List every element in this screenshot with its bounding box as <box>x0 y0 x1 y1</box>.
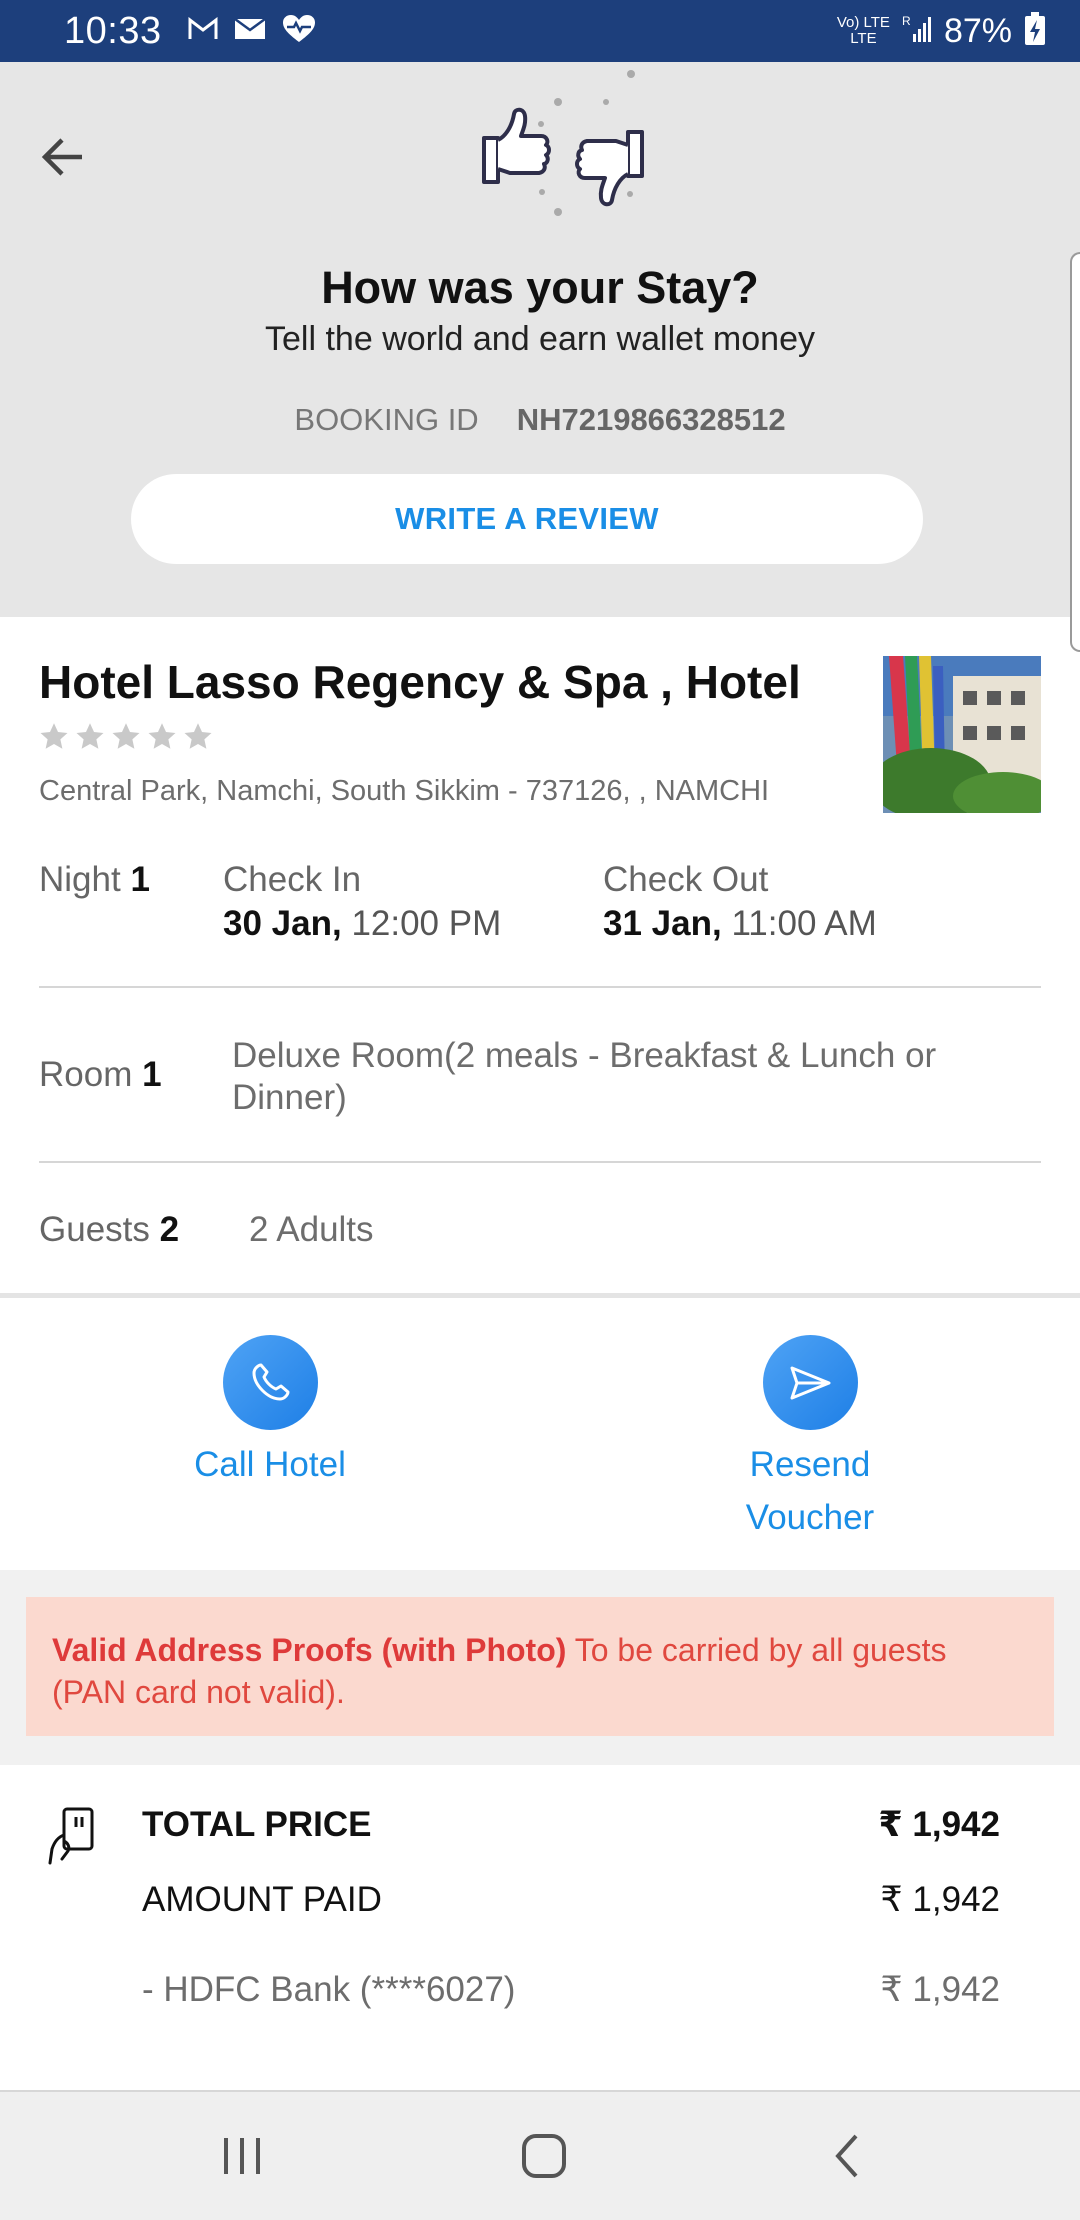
battery-charging-icon <box>1024 11 1046 51</box>
star-icon <box>40 723 68 749</box>
booking-id-label: BOOKING ID <box>294 402 479 437</box>
status-time: 10:33 <box>64 9 162 52</box>
check-in-datetime: 30 Jan, 12:00 PM <box>223 904 501 944</box>
night-label: Night <box>39 860 121 899</box>
back-arrow-icon <box>41 138 82 176</box>
amount-paid-label: AMOUNT PAID <box>142 1880 382 1919</box>
battery-percent: 87% <box>943 11 1012 50</box>
mail-icon <box>233 17 266 46</box>
night-count: Night 1 <box>39 860 150 900</box>
guests-count: Guests 2 <box>39 1210 179 1250</box>
check-out-date: 31 Jan, <box>603 904 722 943</box>
hotel-photo[interactable] <box>883 656 1041 813</box>
resend-voucher-button[interactable]: Resend Voucher <box>690 1335 930 1544</box>
room-label: Room <box>39 1055 133 1094</box>
alert-bold-text: Valid Address Proofs (with Photo) <box>52 1632 567 1668</box>
review-title: How was your Stay? <box>321 262 759 313</box>
signal-icon: R <box>902 14 932 49</box>
night-value: 1 <box>130 860 150 899</box>
total-price-label: TOTAL PRICE <box>142 1805 372 1844</box>
check-in-date: 30 Jan, <box>223 904 342 943</box>
star-rating <box>39 722 213 752</box>
status-bar: 10:33 Vo) LTE LTE R 87% <box>0 0 1080 62</box>
network-type: Vo) LTE LTE <box>837 15 890 47</box>
lte-label: LTE <box>850 30 877 47</box>
total-price-row: TOTAL PRICE ₹ 1,942 <box>142 1805 1000 1845</box>
room-count: Room 1 <box>39 1055 162 1095</box>
home-button[interactable] <box>514 2126 574 2186</box>
resend-label: Resend <box>749 1445 871 1484</box>
side-scroll-handle[interactable] <box>1070 252 1080 652</box>
check-in-time: 12:00 PM <box>351 904 502 943</box>
bank-payment-row: - HDFC Bank (****6027) ₹ 1,942 <box>142 1970 1000 2010</box>
phone-icon <box>222 1335 318 1430</box>
guests-label: Guests <box>39 1210 150 1249</box>
write-review-button[interactable]: WRITE A REVIEW <box>131 474 923 564</box>
room-description: Deluxe Room(2 meals - Breakfast & Lunch … <box>232 1036 937 1117</box>
check-out-time: 11:00 AM <box>731 904 877 943</box>
system-nav-bar <box>0 2092 1080 2220</box>
star-icon <box>112 723 140 749</box>
amount-paid-row: AMOUNT PAID ₹ 1,942 <box>142 1880 1000 1920</box>
section-separator <box>0 1293 1080 1298</box>
review-header: How was your Stay? Tell the world and ea… <box>0 62 1080 652</box>
notification-icons <box>188 14 316 49</box>
payment-card-icon <box>46 1805 98 1865</box>
thumbs-up-down-icon <box>468 64 658 224</box>
amount-paid-value: ₹ 1,942 <box>880 1880 1000 1919</box>
room-value: 1 <box>142 1055 162 1094</box>
total-price-value: ₹ 1,942 <box>878 1805 1000 1844</box>
guests-description: 2 Adults <box>249 1210 374 1249</box>
check-out-label: Check Out <box>603 860 769 899</box>
health-icon <box>282 14 316 49</box>
star-icon <box>184 723 212 749</box>
hotel-address: Central Park, Namchi, South Sikkim - 737… <box>39 775 770 807</box>
bank-value: ₹ 1,942 <box>880 1970 1000 2009</box>
svg-text:R: R <box>902 14 911 28</box>
check-out: Check Out 31 Jan, 11:00 AM <box>603 860 877 944</box>
voucher-label: Voucher <box>745 1498 875 1537</box>
booking-id-value: NH7219866328512 <box>516 402 786 437</box>
recent-apps-icon <box>224 2138 260 2174</box>
star-icon <box>148 723 176 749</box>
check-in: Check In 30 Jan, 12:00 PM <box>223 860 501 944</box>
recent-apps-button[interactable] <box>212 2126 272 2186</box>
volte-label: Vo) LTE <box>836 14 890 31</box>
call-hotel-label: Call Hotel <box>194 1445 346 1484</box>
chevron-left-icon <box>835 2134 858 2178</box>
bank-label: - HDFC Bank (****6027) <box>142 1970 516 2009</box>
guests-value: 2 <box>159 1210 180 1249</box>
check-out-datetime: 31 Jan, 11:00 AM <box>603 904 877 944</box>
hotel-name: Hotel Lasso Regency & Spa , Hotel <box>39 656 801 708</box>
review-subtitle: Tell the world and earn wallet money <box>265 320 815 358</box>
booking-id-row: BOOKING ID NH7219866328512 <box>0 402 1080 438</box>
check-in-label: Check In <box>223 860 362 899</box>
id-proof-alert: Valid Address Proofs (with Photo) To be … <box>26 1597 1054 1736</box>
call-hotel-button[interactable]: Call Hotel <box>155 1335 385 1491</box>
gmail-icon <box>188 16 218 46</box>
system-back-button[interactable] <box>818 2126 878 2186</box>
divider <box>39 1161 1041 1163</box>
back-button[interactable] <box>38 132 88 182</box>
send-icon <box>762 1335 858 1430</box>
star-icon <box>76 723 104 749</box>
home-icon <box>522 2134 566 2178</box>
divider <box>39 986 1041 988</box>
